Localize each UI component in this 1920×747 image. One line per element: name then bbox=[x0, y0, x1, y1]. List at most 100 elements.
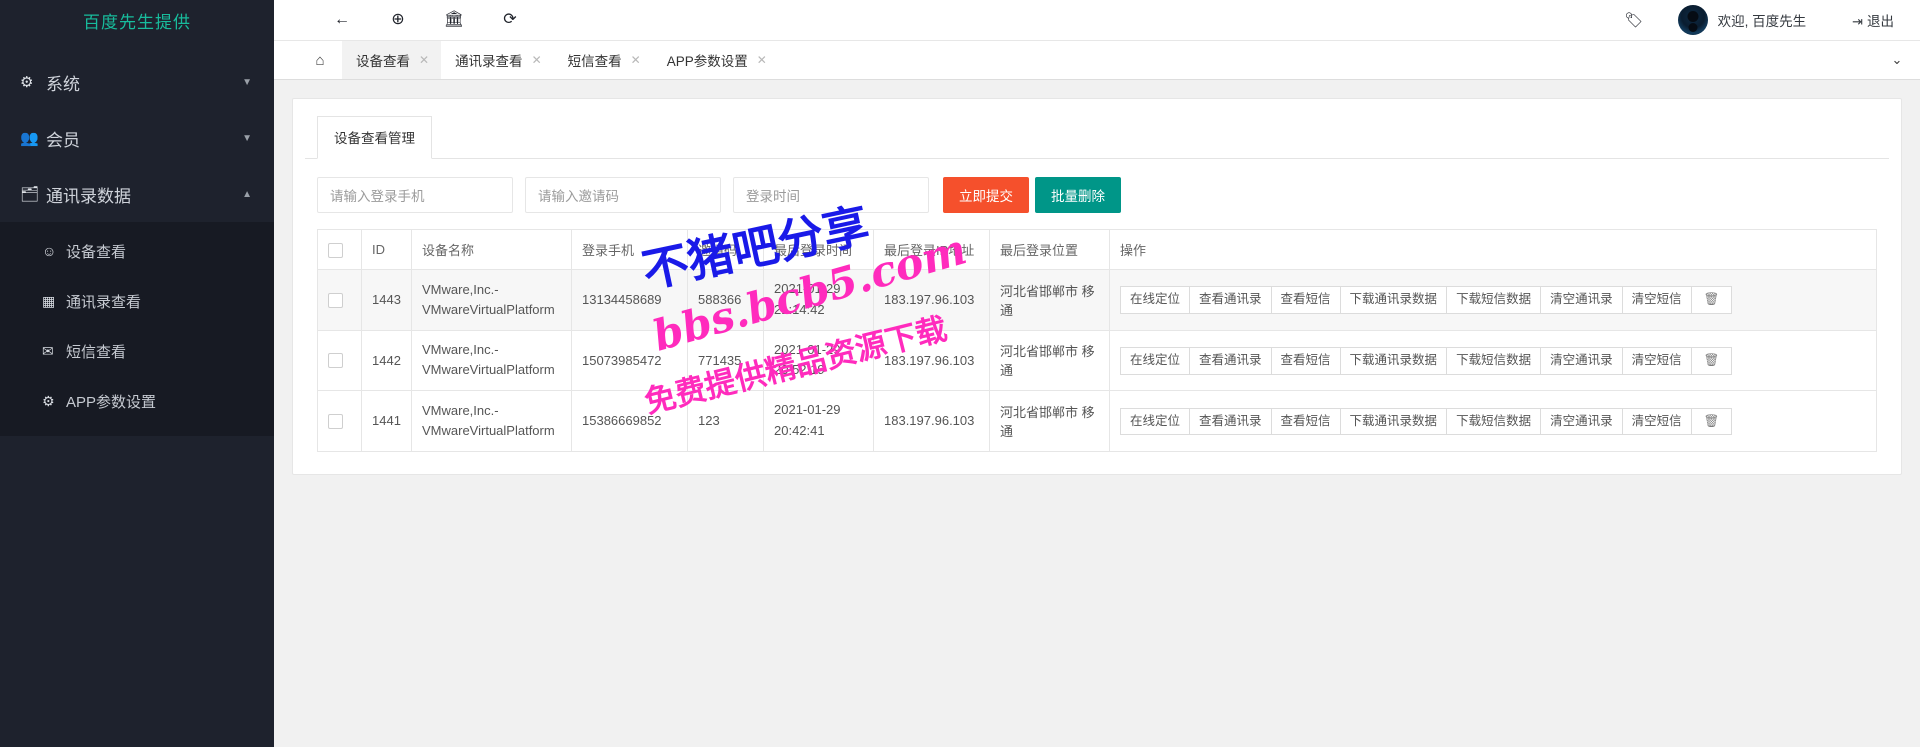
download-sms-button[interactable]: 下载短信数据 bbox=[1446, 347, 1542, 375]
locate-button[interactable]: 在线定位 bbox=[1120, 347, 1191, 375]
table-row[interactable]: 1441 VMware,Inc.-VMwareVirtualPlatform 1… bbox=[317, 390, 1877, 452]
cell-time: 2021-01-29 20:52:19 bbox=[763, 329, 874, 392]
tab-sms-view[interactable]: 短信查看 ✕ bbox=[554, 41, 653, 79]
cell-device: VMware,Inc.-VMwareVirtualPlatform bbox=[411, 390, 572, 452]
card-tab-bar: 设备查看管理 bbox=[305, 115, 1889, 159]
download-contacts-button[interactable]: 下载通讯录数据 bbox=[1339, 286, 1448, 315]
view-contacts-button[interactable]: 查看通讯录 bbox=[1189, 347, 1272, 375]
device-table: ID 设备名称 登录手机 邀请码 最后登录时间 最后登录IP地址 最后登录位置 … bbox=[317, 229, 1877, 452]
logout-button[interactable]: ⇥ 退出 bbox=[1852, 10, 1894, 30]
sidebar-item-sms-view[interactable]: ✉ 短信查看 bbox=[0, 326, 274, 376]
chevron-down-icon[interactable]: ⌄ bbox=[1874, 41, 1920, 79]
download-contacts-button[interactable]: 下载通讯录数据 bbox=[1339, 347, 1448, 375]
sidebar-item-system[interactable]: ⚙ 系统 ▼ bbox=[0, 54, 274, 110]
col-invite: 邀请码 bbox=[687, 229, 764, 270]
cell-actions: 在线定位 查看通讯录 查看短信 下载通讯录数据 下载短信数据 清空通讯录 清空短… bbox=[1109, 269, 1877, 331]
delete-icon[interactable]: 🗑 bbox=[1690, 407, 1733, 436]
delete-icon[interactable]: 🗑 bbox=[1690, 347, 1733, 375]
view-contacts-button[interactable]: 查看通讯录 bbox=[1189, 407, 1272, 436]
globe-icon[interactable]: ⊕ bbox=[370, 11, 426, 28]
app-root: 百度先生提供 ⚙ 系统 ▼ 👥 会员 ▼ 🗂 通讯录数据 ▲ ☺ 设备查看 ▦ … bbox=[0, 0, 1920, 747]
cell-id: 1441 bbox=[361, 390, 412, 452]
content-area: 设备查看管理 请输入登录手机 请输入邀请码 登录时间 立即提交 批量删除 ID … bbox=[274, 80, 1920, 747]
card-tab-device-manage[interactable]: 设备查看管理 bbox=[317, 116, 432, 159]
refresh-icon[interactable]: ⟳ bbox=[482, 11, 538, 28]
row-select-cell bbox=[317, 390, 362, 452]
batch-delete-button[interactable]: 批量删除 bbox=[1035, 177, 1121, 213]
row-checkbox[interactable] bbox=[328, 353, 343, 369]
avatar[interactable] bbox=[1677, 4, 1708, 35]
locate-button[interactable]: 在线定位 bbox=[1120, 407, 1191, 436]
view-sms-button[interactable]: 查看短信 bbox=[1270, 407, 1341, 436]
chevron-down-icon: ▼ bbox=[242, 76, 252, 88]
row-checkbox[interactable] bbox=[328, 292, 343, 308]
clear-sms-button[interactable]: 清空短信 bbox=[1621, 286, 1692, 315]
view-contacts-button[interactable]: 查看通讯录 bbox=[1189, 286, 1272, 315]
logout-label: 退出 bbox=[1867, 13, 1894, 29]
tag-icon[interactable]: 🏷 bbox=[1625, 11, 1644, 29]
sidebar-item-contacts-view[interactable]: ▦ 通讯录查看 bbox=[0, 276, 274, 326]
cell-invite: 123 bbox=[687, 390, 764, 452]
cell-ip: 183.197.96.103 bbox=[873, 390, 990, 452]
sidebar-subitem-label: 短信查看 bbox=[66, 343, 127, 361]
sidebar-item-contacts-data[interactable]: 🗂 通讯录数据 ▲ bbox=[0, 166, 274, 222]
clear-contacts-button[interactable]: 清空通讯录 bbox=[1540, 347, 1623, 375]
close-icon[interactable]: ✕ bbox=[532, 53, 542, 67]
logout-icon: ⇥ bbox=[1852, 13, 1863, 29]
welcome-text: 欢迎, 百度先生 bbox=[1717, 13, 1807, 29]
download-sms-button[interactable]: 下载短信数据 bbox=[1446, 407, 1542, 436]
tab-app-settings[interactable]: APP参数设置 ✕ bbox=[653, 41, 779, 79]
sidebar-submenu: ☺ 设备查看 ▦ 通讯录查看 ✉ 短信查看 ⚙ APP参数设置 bbox=[0, 222, 274, 436]
sidebar-item-app-settings[interactable]: ⚙ APP参数设置 bbox=[0, 376, 274, 426]
view-sms-button[interactable]: 查看短信 bbox=[1270, 286, 1341, 315]
close-icon[interactable]: ✕ bbox=[419, 53, 429, 67]
clear-contacts-button[interactable]: 清空通讯录 bbox=[1540, 286, 1623, 315]
download-contacts-button[interactable]: 下载通讯录数据 bbox=[1339, 407, 1448, 436]
cell-actions: 在线定位 查看通讯录 查看短信 下载通讯录数据 下载短信数据 清空通讯录 清空短… bbox=[1109, 329, 1877, 392]
sidebar-item-member[interactable]: 👥 会员 ▼ bbox=[0, 110, 274, 166]
id-card-icon: 🗂 bbox=[20, 186, 40, 203]
home-icon[interactable]: ⌂ bbox=[298, 41, 342, 79]
search-time-input[interactable]: 登录时间 bbox=[733, 177, 929, 213]
sidebar-item-label: 系统 bbox=[46, 74, 80, 94]
download-sms-button[interactable]: 下载短信数据 bbox=[1446, 286, 1542, 315]
table-row[interactable]: 1442 VMware,Inc.-VMwareVirtualPlatform 1… bbox=[317, 329, 1877, 392]
search-invite-input[interactable]: 请输入邀请码 bbox=[525, 177, 721, 213]
table-row[interactable]: 1443 VMware,Inc.-VMwareVirtualPlatform 1… bbox=[317, 269, 1877, 331]
user-circle-icon: ☺ bbox=[42, 243, 57, 259]
close-icon[interactable]: ✕ bbox=[757, 53, 767, 67]
table-body: 1443 VMware,Inc.-VMwareVirtualPlatform 1… bbox=[317, 269, 1877, 452]
bank-icon[interactable]: 🏛 bbox=[426, 11, 482, 28]
delete-icon[interactable]: 🗑 bbox=[1690, 286, 1733, 315]
clear-sms-button[interactable]: 清空短信 bbox=[1621, 407, 1692, 436]
cell-location: 河北省邯郸市 移通 bbox=[989, 329, 1110, 392]
sidebar-item-label: 会员 bbox=[46, 130, 80, 150]
tab-label: 短信查看 bbox=[567, 54, 622, 69]
back-arrow-icon[interactable]: ← bbox=[314, 11, 370, 28]
device-name-text: VMware,Inc.-VMwareVirtualPlatform bbox=[422, 402, 555, 438]
action-button-group: 在线定位 查看通讯录 查看短信 下载通讯录数据 下载短信数据 清空通讯录 清空短… bbox=[1120, 347, 1733, 375]
sidebar-nav: ⚙ 系统 ▼ 👥 会员 ▼ 🗂 通讯录数据 ▲ ☺ 设备查看 ▦ 通讯录查看 ✉… bbox=[0, 54, 274, 436]
panel-card: 设备查看管理 请输入登录手机 请输入邀请码 登录时间 立即提交 批量删除 ID … bbox=[292, 98, 1902, 475]
cell-time: 2021-01-29 20:42:41 bbox=[763, 390, 874, 452]
main-column: ← ⊕ 🏛 ⟳ 🏷 欢迎, 百度先生 ⇥退出 ⌂ 设备查看 ✕ 通讯录查看 ✕ bbox=[274, 0, 1920, 747]
select-all-checkbox[interactable] bbox=[328, 242, 343, 258]
submit-button[interactable]: 立即提交 bbox=[943, 177, 1029, 213]
row-checkbox[interactable] bbox=[328, 414, 343, 430]
search-phone-input[interactable]: 请输入登录手机 bbox=[317, 177, 513, 213]
close-icon[interactable]: ✕ bbox=[631, 53, 641, 67]
tab-label: APP参数设置 bbox=[666, 54, 748, 69]
locate-button[interactable]: 在线定位 bbox=[1120, 286, 1191, 315]
time-clock: 20:42:41 bbox=[774, 422, 825, 438]
select-all-header bbox=[317, 229, 362, 270]
chevron-up-icon: ▲ bbox=[242, 188, 252, 200]
tab-device-view[interactable]: 设备查看 ✕ bbox=[342, 41, 442, 79]
table-header-row: ID 设备名称 登录手机 邀请码 最后登录时间 最后登录IP地址 最后登录位置 … bbox=[317, 229, 1877, 270]
cell-invite: 771435 bbox=[687, 329, 764, 392]
tab-contacts-view[interactable]: 通讯录查看 ✕ bbox=[441, 41, 554, 79]
cell-time: 2021-01-29 21:14:42 bbox=[763, 269, 874, 331]
sidebar-item-device-view[interactable]: ☺ 设备查看 bbox=[0, 226, 274, 276]
clear-contacts-button[interactable]: 清空通讯录 bbox=[1540, 407, 1623, 436]
clear-sms-button[interactable]: 清空短信 bbox=[1621, 347, 1692, 375]
view-sms-button[interactable]: 查看短信 bbox=[1270, 347, 1341, 375]
